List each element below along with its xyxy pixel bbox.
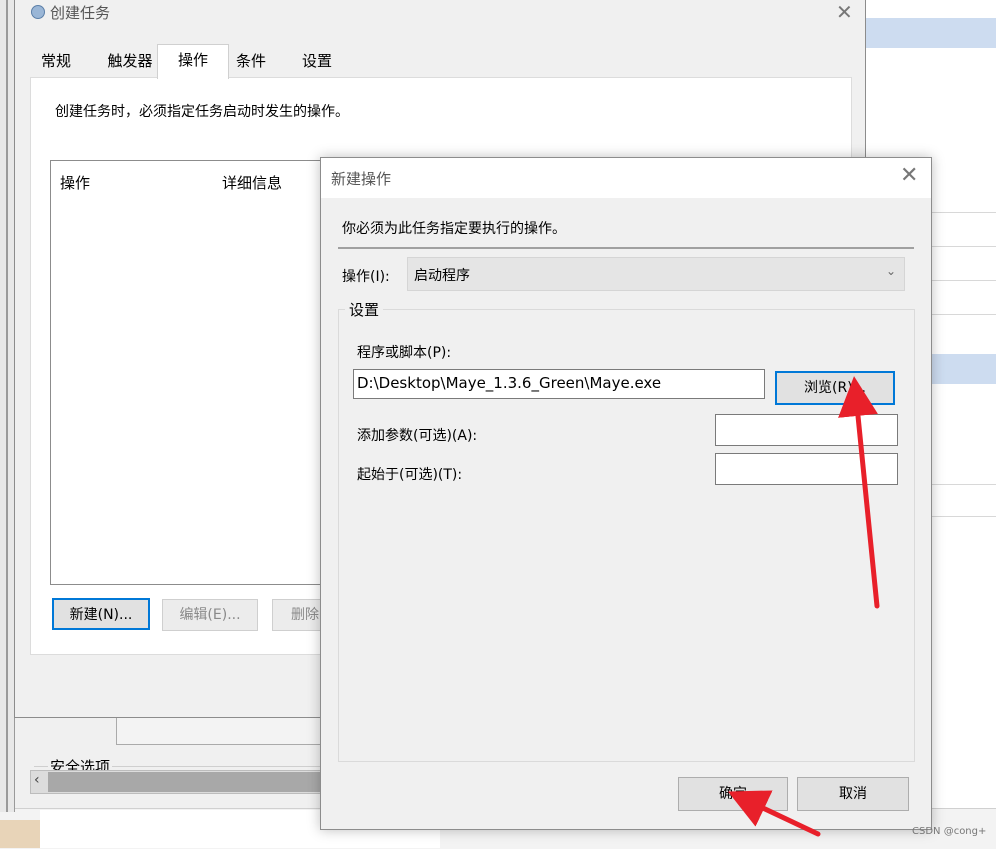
annotation-arrows [727, 376, 880, 837]
arrow-to-ok [727, 790, 821, 837]
arrow-to-browse [838, 376, 880, 609]
watermark: CSDN @cong+ [912, 826, 987, 837]
